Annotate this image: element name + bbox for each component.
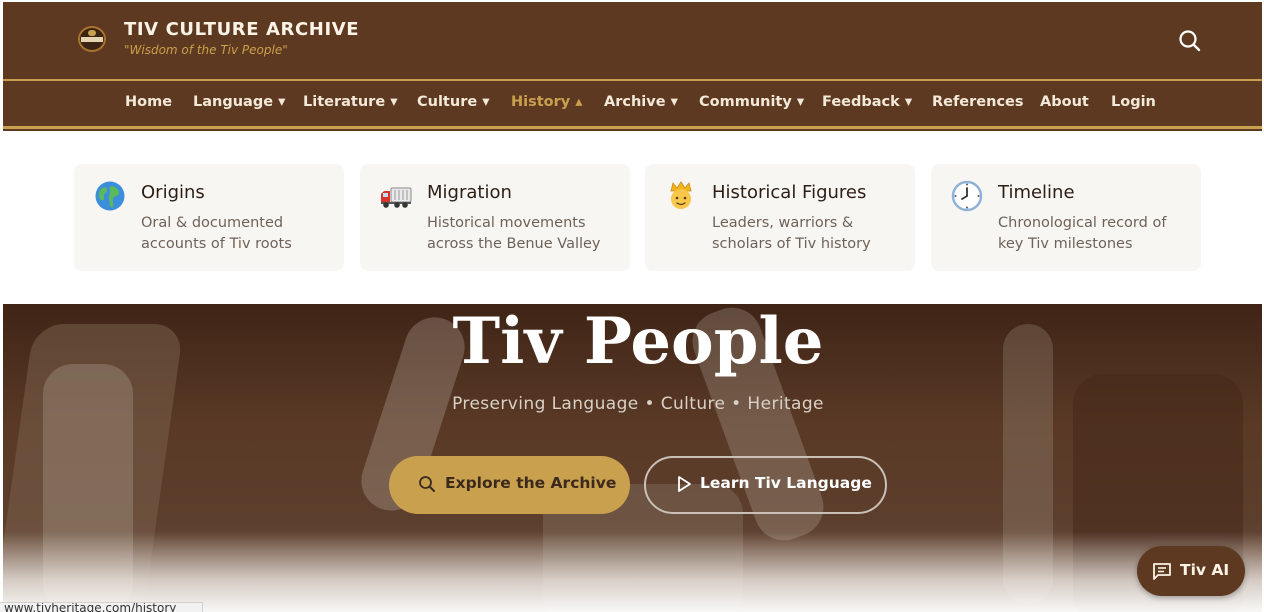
browser-status-bar: www.tivheritage.com/history (0, 602, 203, 612)
status-url: www.tivheritage.com/history (4, 602, 177, 612)
card-title: Historical Figures (712, 182, 867, 203)
nav-feedback[interactable]: Feedback ▾ (822, 94, 912, 110)
hero-section: Tiv People Preserving Language • Culture… (3, 304, 1262, 612)
hero-bottom-fade (3, 532, 1262, 612)
menu-card-timeline[interactable]: Timeline Chronological record of key Tiv… (931, 164, 1201, 271)
history-dropdown-menu: Origins Oral & documented accounts of Ti… (3, 131, 1262, 304)
card-description: Chronological record of key Tiv mileston… (998, 215, 1167, 252)
card-description: Historical movements across the Benue Va… (427, 215, 601, 252)
hero-title: Tiv People (452, 304, 824, 379)
nav-references[interactable]: References (932, 94, 1024, 110)
menu-card-origins[interactable]: Origins Oral & documented accounts of Ti… (74, 164, 344, 271)
logo-band (81, 37, 103, 42)
play-icon (674, 474, 694, 494)
card-description: Leaders, warriors & scholars of Tiv hist… (712, 215, 871, 252)
nav-about[interactable]: About (1040, 94, 1089, 110)
page: TIV CULTURE ARCHIVE "Wisdom of the Tiv P… (3, 2, 1262, 612)
clock-icon (951, 180, 983, 212)
card-title: Timeline (998, 182, 1075, 203)
nav-archive[interactable]: Archive ▾ (604, 94, 678, 110)
learn-tiv-language-button[interactable]: Learn Tiv Language (644, 456, 887, 514)
card-title: Migration (427, 182, 512, 203)
globe-icon (94, 180, 126, 212)
nav-home[interactable]: Home (125, 94, 172, 110)
logo-emblem (88, 30, 96, 36)
tiv-heritage-logo[interactable] (78, 26, 106, 52)
nav-culture[interactable]: Culture ▾ (417, 94, 490, 110)
menu-card-historical-figures[interactable]: Historical Figures Leaders, warriors & s… (645, 164, 915, 271)
site-header: TIV CULTURE ARCHIVE "Wisdom of the Tiv P… (3, 2, 1262, 79)
card-title: Origins (141, 182, 205, 203)
hero-subtitle: Preserving Language • Culture • Heritage (452, 394, 824, 414)
nav-community[interactable]: Community ▾ (699, 94, 804, 110)
learn-tiv-language-label: Learn Tiv Language (700, 474, 872, 492)
tiv-ai-label: Tiv AI (1180, 561, 1230, 579)
explore-archive-button[interactable]: Explore the Archive (389, 456, 630, 514)
explore-archive-label: Explore the Archive (445, 474, 617, 492)
nav-login[interactable]: Login (1111, 94, 1156, 110)
site-title[interactable]: TIV CULTURE ARCHIVE (124, 19, 359, 40)
nav-literature[interactable]: Literature ▾ (303, 94, 397, 110)
truck-icon (380, 180, 412, 212)
nav-history[interactable]: History ▴ (511, 94, 583, 110)
tiv-ai-chat-button[interactable]: Tiv AI (1137, 546, 1245, 596)
search-icon[interactable] (1177, 28, 1203, 54)
search-icon (417, 474, 437, 494)
crowned-person-icon (665, 180, 697, 212)
card-description: Oral & documented accounts of Tiv roots (141, 215, 292, 252)
menu-card-migration[interactable]: Migration Historical movements across th… (360, 164, 630, 271)
nav-language[interactable]: Language ▾ (193, 94, 285, 110)
chat-icon (1152, 561, 1172, 581)
site-tagline: "Wisdom of the Tiv People" (124, 43, 288, 57)
